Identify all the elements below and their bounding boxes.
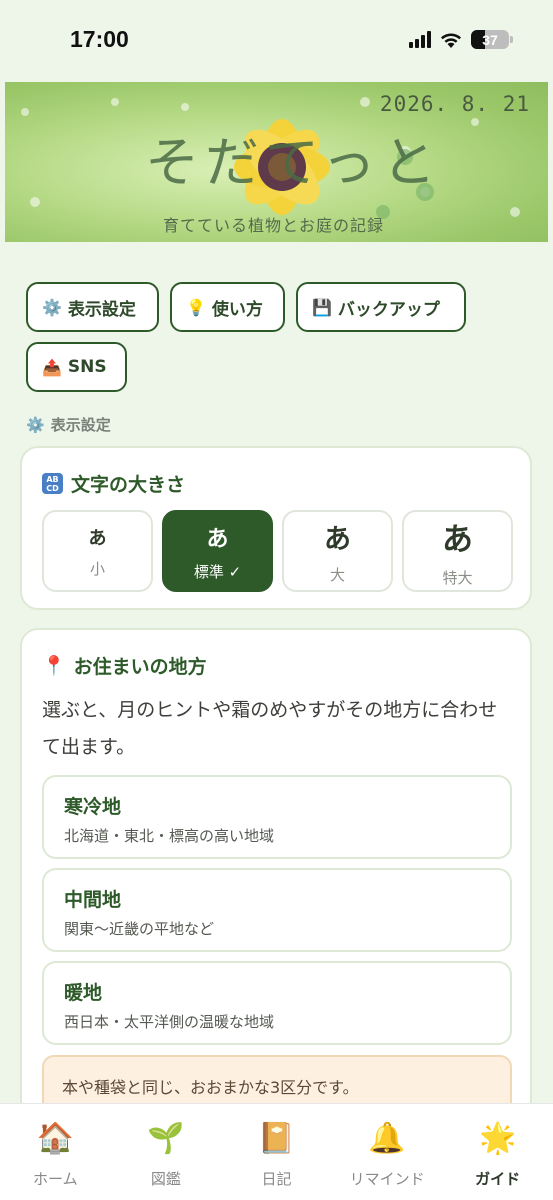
- floppy-disk-icon: 💾: [312, 297, 332, 317]
- section-label-text: 表示設定: [50, 416, 111, 434]
- region-option-title: 寒冷地: [64, 796, 122, 818]
- region-option-intermediate[interactable]: 中間地 関東〜近畿の平地など: [42, 868, 512, 952]
- region-option-cold[interactable]: 寒冷地 北海道・東北・標高の高い地域: [42, 775, 512, 859]
- region-option-subtitle: 関東〜近畿の平地など: [64, 920, 215, 938]
- nav-reminder[interactable]: 🔔 リマインド: [332, 1104, 443, 1200]
- font-size-option-label: 標準 ✓: [193, 562, 242, 581]
- font-size-sample: あ: [442, 522, 473, 558]
- lightbulb-icon: 💡: [186, 297, 206, 317]
- font-size-option-label: 特大: [442, 569, 473, 587]
- region-option-title: 暖地: [64, 982, 103, 1004]
- backup-label: バックアップ: [337, 299, 440, 320]
- nav-label: 図鑑: [150, 1170, 181, 1188]
- notebook-icon: 📔: [257, 1121, 296, 1156]
- nav-label: リマインド: [349, 1170, 425, 1188]
- how-to-use-label: 使い方: [211, 299, 263, 320]
- battery-level: 37: [482, 31, 498, 48]
- nav-label: 日記: [261, 1170, 292, 1188]
- nav-label: ホーム: [33, 1170, 78, 1188]
- bell-icon: 🔔: [368, 1121, 406, 1156]
- nav-home[interactable]: 🏠 ホーム: [0, 1104, 111, 1200]
- display-settings-label: 表示設定: [67, 299, 136, 320]
- font-size-xlarge-button[interactable]: あ 特大: [402, 510, 513, 592]
- header-banner: 2026. 8. 21 そだてっと 育てている植物とお庭の記録: [5, 82, 548, 242]
- app-title: そだてっと: [145, 131, 442, 194]
- font-size-title-text: 文字の大きさ: [71, 474, 186, 496]
- sns-label: SNS: [67, 357, 107, 377]
- status-time: 17:00: [70, 26, 129, 52]
- sprout-icon: 🌱: [147, 1121, 185, 1156]
- app-subtitle: 育てている植物とお庭の記録: [163, 216, 385, 235]
- gear-icon: ⚙️: [26, 415, 45, 434]
- backup-button[interactable]: 💾 バックアップ: [296, 282, 466, 332]
- font-size-small-button[interactable]: あ 小: [42, 510, 153, 592]
- font-size-standard-button[interactable]: あ 標準 ✓: [162, 510, 273, 592]
- sns-button[interactable]: 📤 SNS: [26, 342, 127, 392]
- font-size-card: AB CD 文字の大きさ あ 小 あ 標準 ✓ あ 大 あ 特大: [20, 446, 532, 610]
- share-tray-icon: 📤: [42, 357, 62, 377]
- nav-diary[interactable]: 📔 日記: [221, 1104, 332, 1200]
- abcd-icon: AB CD: [42, 473, 63, 494]
- region-card: 📍 お住まいの地方 選ぶと、月のヒントや霜のめやすがその地方に合わせて出ます。 …: [20, 628, 532, 1148]
- signal-icon: [409, 31, 431, 48]
- header-date: 2026. 8. 21: [379, 92, 530, 116]
- region-note-text: 本や種袋と同じ、おおまかな3区分です。: [62, 1078, 359, 1097]
- home-icon: 🏠: [36, 1121, 74, 1156]
- region-title: 📍 お住まいの地方: [42, 652, 207, 679]
- region-option-title: 中間地: [64, 889, 122, 911]
- section-label: ⚙️ 表示設定: [26, 414, 111, 435]
- region-option-subtitle: 西日本・太平洋側の温暖な地域: [64, 1013, 275, 1031]
- font-size-sample: あ: [88, 527, 107, 549]
- pin-icon: 📍: [42, 655, 66, 677]
- region-title-text: お住まいの地方: [73, 656, 207, 678]
- how-to-use-button[interactable]: 💡 使い方: [170, 282, 285, 332]
- nav-encyclopedia[interactable]: 🌱 図鑑: [111, 1104, 222, 1200]
- battery-icon: 37: [471, 30, 513, 49]
- font-size-option-label: 小: [89, 559, 105, 578]
- display-settings-button[interactable]: ⚙️ 表示設定: [26, 282, 159, 332]
- nav-label: ガイド: [475, 1170, 521, 1188]
- font-size-option-label: 大: [329, 566, 345, 584]
- region-option-warm[interactable]: 暖地 西日本・太平洋側の温暖な地域: [42, 961, 512, 1045]
- nav-guide[interactable]: 🌟 ガイド: [442, 1104, 553, 1200]
- region-description: 選ぶと、月のヒントや霜のめやすがその地方に合わせて出ます。: [42, 699, 498, 758]
- font-size-sample: あ: [324, 524, 351, 555]
- font-size-title: AB CD 文字の大きさ: [42, 470, 185, 497]
- bottom-nav: 🏠 ホーム 🌱 図鑑 📔 日記 🔔 リマインド 🌟 ガイド: [0, 1103, 553, 1200]
- font-size-large-button[interactable]: あ 大: [282, 510, 393, 592]
- status-bar: 17:00 37: [0, 0, 553, 82]
- wifi-icon: [441, 33, 461, 48]
- region-option-subtitle: 北海道・東北・標高の高い地域: [64, 827, 275, 845]
- star-icon: 🌟: [478, 1121, 517, 1156]
- gear-icon: ⚙️: [42, 297, 62, 317]
- font-size-sample: あ: [206, 526, 229, 552]
- status-icons: 37: [409, 30, 513, 49]
